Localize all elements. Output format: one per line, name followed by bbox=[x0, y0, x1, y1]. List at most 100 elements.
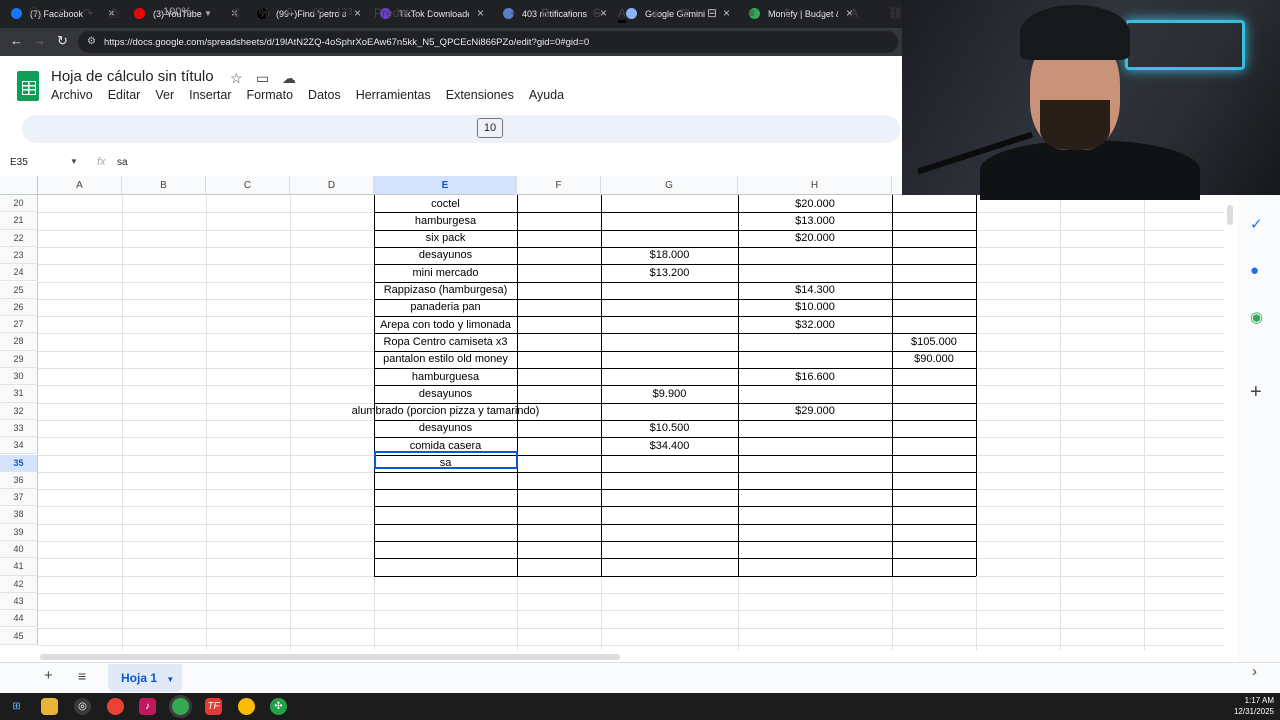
cell-column-g[interactable] bbox=[601, 628, 738, 645]
borders-icon[interactable]: ⊞ bbox=[680, 6, 690, 20]
cell-column-i[interactable] bbox=[892, 196, 976, 213]
cell-column-g[interactable] bbox=[601, 611, 738, 628]
row-header[interactable]: 36 bbox=[0, 471, 38, 490]
cell-column-g[interactable]: $9.900 bbox=[601, 386, 738, 403]
row-header[interactable]: 38 bbox=[0, 506, 38, 524]
cell-column-h[interactable] bbox=[738, 265, 892, 282]
undo-icon[interactable]: ↶ bbox=[57, 6, 67, 20]
cell-column-g[interactable] bbox=[601, 282, 738, 299]
paint-format-icon[interactable]: ⌇ bbox=[135, 6, 141, 20]
row-header[interactable]: 21 bbox=[0, 212, 38, 230]
file-explorer-icon[interactable] bbox=[41, 698, 58, 715]
cell-concept[interactable]: hamburgesa bbox=[374, 213, 517, 230]
row-header[interactable]: 25 bbox=[0, 281, 38, 299]
row-header[interactable]: 39 bbox=[0, 523, 38, 541]
cell-column-h[interactable]: $13.000 bbox=[738, 213, 892, 230]
cell-column-h[interactable] bbox=[738, 542, 892, 559]
cell-column-g[interactable] bbox=[601, 542, 738, 559]
cell-column-i[interactable] bbox=[892, 542, 976, 559]
taskbar-clock[interactable]: 1:17 AM 12/31/2025 bbox=[1234, 695, 1274, 717]
cell-column-i[interactable] bbox=[892, 472, 976, 489]
add-sheet-icon[interactable]: + bbox=[44, 667, 53, 684]
column-header[interactable]: F bbox=[517, 176, 601, 195]
obs-icon[interactable]: ◎ bbox=[74, 698, 91, 715]
close-tab-icon[interactable]: × bbox=[354, 6, 361, 20]
cell-column-h[interactable] bbox=[738, 420, 892, 437]
chrome-icon[interactable] bbox=[107, 698, 124, 715]
cell-column-i[interactable] bbox=[892, 628, 976, 645]
row-header[interactable]: 22 bbox=[0, 229, 38, 247]
cell-column-i[interactable] bbox=[892, 230, 976, 247]
cell-column-g[interactable] bbox=[601, 593, 738, 610]
cell-column-g[interactable] bbox=[601, 334, 738, 351]
cell-column-i[interactable] bbox=[892, 265, 976, 282]
cell-column-i[interactable] bbox=[892, 386, 976, 403]
cell-column-g[interactable] bbox=[601, 299, 738, 316]
name-box-dropdown-icon[interactable]: ▼ bbox=[70, 157, 78, 166]
cell-concept[interactable]: panaderia pan bbox=[374, 299, 517, 316]
cell-column-i[interactable] bbox=[892, 317, 976, 334]
insert-link-icon[interactable]: ⛓ bbox=[888, 6, 903, 20]
move-folder-icon[interactable]: ▭ bbox=[256, 70, 269, 87]
row-header[interactable]: 34 bbox=[0, 437, 38, 455]
close-tab-icon[interactable]: × bbox=[600, 6, 607, 20]
back-icon[interactable]: ← bbox=[10, 33, 23, 48]
cell-concept[interactable]: coctel bbox=[374, 196, 517, 213]
chrome-active-icon[interactable] bbox=[172, 698, 189, 715]
cell-concept[interactable]: mini mercado bbox=[374, 265, 517, 282]
percent-format-button[interactable]: % bbox=[259, 6, 270, 20]
cell-column-i[interactable] bbox=[892, 420, 976, 437]
cell-column-i[interactable] bbox=[892, 438, 976, 455]
app-icon[interactable]: ✣ bbox=[270, 698, 287, 715]
browser-tab[interactable]: Monefy | Budget & T× bbox=[738, 0, 861, 28]
print-icon[interactable]: ⎙ bbox=[109, 6, 119, 21]
row-header[interactable]: 43 bbox=[0, 592, 38, 611]
menu-item[interactable]: Ayuda bbox=[529, 88, 564, 102]
cell-column-i[interactable] bbox=[892, 213, 976, 230]
menu-item[interactable]: Editar bbox=[108, 88, 141, 102]
name-box[interactable]: E35 bbox=[10, 157, 28, 168]
chrome-profile-icon[interactable] bbox=[238, 698, 255, 715]
close-tab-icon[interactable]: × bbox=[477, 6, 484, 20]
row-header[interactable]: 40 bbox=[0, 541, 38, 559]
cell-column-g[interactable]: $18.000 bbox=[601, 247, 738, 264]
cell-column-h[interactable]: $32.000 bbox=[738, 317, 892, 334]
menu-item[interactable]: Ver bbox=[155, 88, 174, 102]
add-addon-icon[interactable]: + bbox=[1250, 381, 1262, 404]
font-size-increase-icon[interactable]: + bbox=[510, 6, 517, 20]
row-header[interactable]: 41 bbox=[0, 558, 38, 576]
cell-column-i[interactable]: $105.000 bbox=[892, 334, 976, 351]
cell-concept[interactable]: alumbrado (porcion pizza y tamarindo) bbox=[290, 403, 601, 420]
cell-concept[interactable]: Arepa con todo y limonada bbox=[374, 317, 517, 334]
cell-column-h[interactable]: $14.300 bbox=[738, 282, 892, 299]
cell-column-h[interactable] bbox=[738, 593, 892, 610]
vertical-align-icon[interactable]: ⇕ bbox=[782, 6, 792, 20]
windows-start-icon[interactable]: ⊞ bbox=[8, 698, 25, 715]
cell-column-h[interactable]: $10.000 bbox=[738, 299, 892, 316]
star-icon[interactable]: ☆ bbox=[230, 70, 243, 87]
cell-column-i[interactable] bbox=[892, 403, 976, 420]
row-header[interactable]: 37 bbox=[0, 489, 38, 507]
document-title[interactable]: Hoja de cálculo sin título bbox=[51, 68, 214, 85]
cell-column-h[interactable] bbox=[738, 576, 892, 593]
font-size-decrease-icon[interactable]: − bbox=[457, 6, 464, 20]
cell-column-i[interactable] bbox=[892, 593, 976, 610]
row-header[interactable]: 27 bbox=[0, 316, 38, 334]
cell-column-g[interactable] bbox=[601, 576, 738, 593]
sheets-logo-icon[interactable] bbox=[17, 71, 39, 101]
column-header[interactable]: C bbox=[206, 176, 290, 195]
cell-column-h[interactable] bbox=[738, 559, 892, 576]
cell-column-h[interactable] bbox=[738, 334, 892, 351]
row-header[interactable]: 26 bbox=[0, 298, 38, 317]
cell-column-h[interactable] bbox=[738, 351, 892, 368]
currency-format-button[interactable]: € bbox=[233, 6, 240, 20]
row-header[interactable]: 33 bbox=[0, 419, 38, 438]
cell-concept[interactable]: six pack bbox=[374, 230, 517, 247]
cell-concept[interactable] bbox=[374, 507, 517, 524]
sheet-tab-hoja-1[interactable]: Hoja 1 ▼ bbox=[108, 664, 182, 692]
column-header[interactable]: H bbox=[738, 176, 892, 195]
menu-item[interactable]: Datos bbox=[308, 88, 341, 102]
cell-column-i[interactable]: $90.000 bbox=[892, 351, 976, 368]
cell-column-g[interactable] bbox=[601, 317, 738, 334]
site-settings-icon[interactable]: ⚙ bbox=[87, 36, 96, 47]
